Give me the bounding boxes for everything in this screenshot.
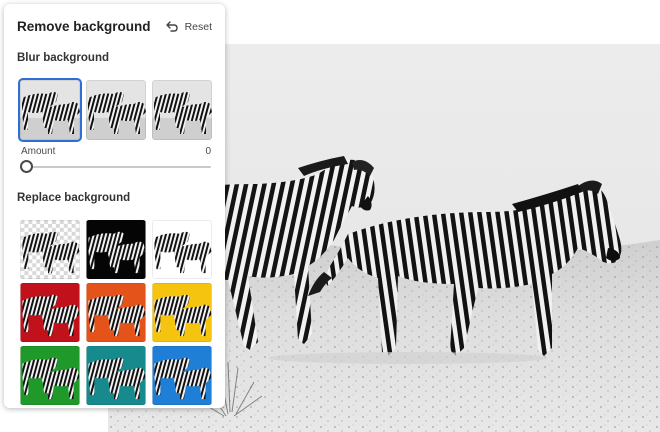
replace-option-green[interactable]	[20, 346, 80, 405]
replace-option-black[interactable]	[86, 220, 146, 279]
remove-background-panel: Remove background Reset Blur background …	[4, 4, 225, 408]
blur-option-blur-light[interactable]	[18, 78, 82, 142]
amount-slider-track[interactable]	[26, 166, 211, 168]
amount-slider-handle[interactable]	[20, 160, 33, 173]
undo-arrow-icon	[165, 21, 179, 33]
reset-label: Reset	[184, 21, 212, 33]
replace-option-white[interactable]	[152, 220, 212, 279]
blur-background-title: Blur background	[17, 52, 110, 64]
reset-button[interactable]: Reset	[165, 18, 212, 36]
replace-option-blue[interactable]	[152, 346, 212, 405]
replace-option-orange[interactable]	[86, 283, 146, 342]
replace-background-title: Replace background	[17, 192, 131, 204]
replace-option-red[interactable]	[20, 283, 80, 342]
replace-option-transparent[interactable]	[20, 220, 80, 279]
replace-option-yellow[interactable]	[152, 283, 212, 342]
panel-title: Remove background	[17, 19, 151, 34]
amount-value: 0	[205, 146, 211, 157]
amount-label: Amount	[21, 146, 56, 157]
panel-header: Remove background Reset	[4, 4, 225, 48]
blur-option-blur-strong[interactable]	[152, 80, 212, 140]
blur-option-blur-medium[interactable]	[86, 80, 146, 140]
replace-option-teal[interactable]	[86, 346, 146, 405]
